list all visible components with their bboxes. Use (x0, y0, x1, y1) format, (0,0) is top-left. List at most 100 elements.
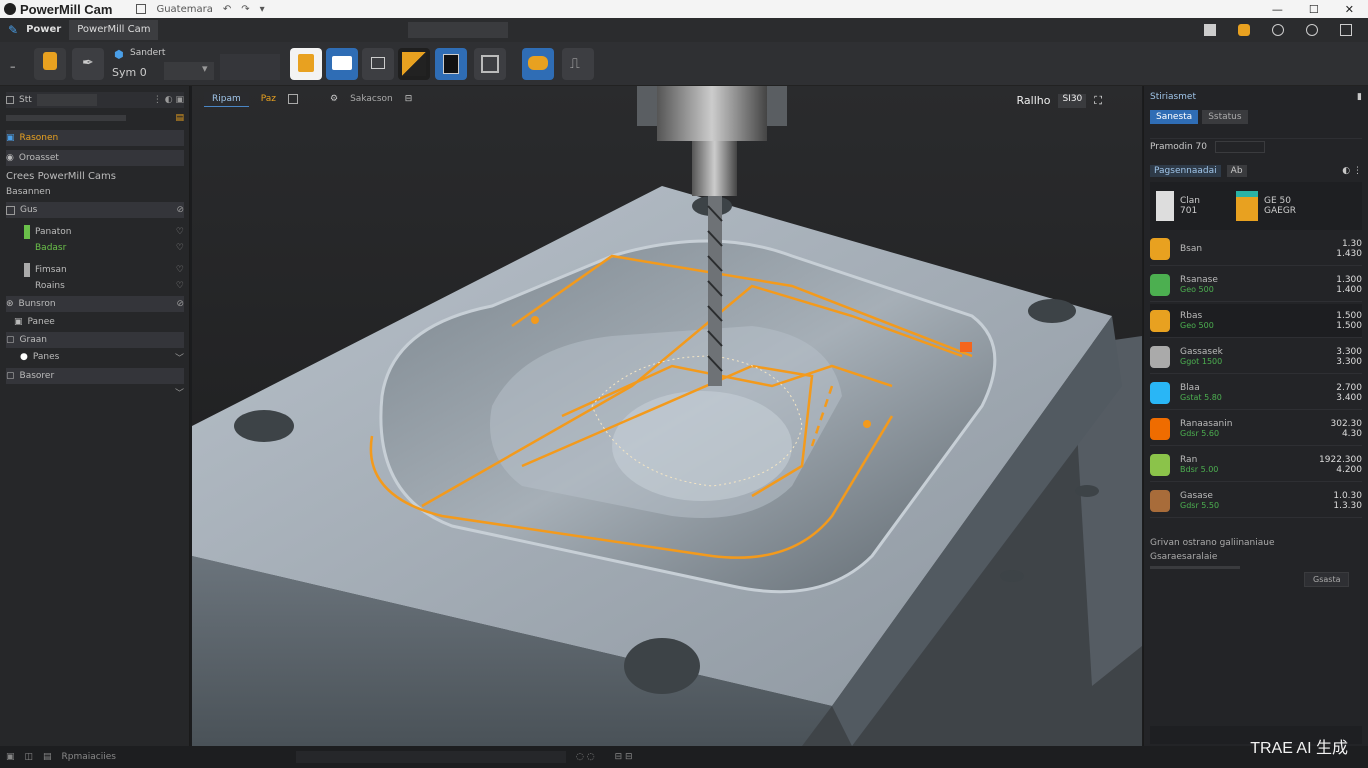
explorer-search-box[interactable] (36, 94, 97, 106)
viewport-tab-sakacson[interactable]: Sakacson (350, 94, 393, 104)
tree-collapse-icon[interactable]: ⊘ (176, 299, 184, 309)
settings-icon[interactable] (1306, 24, 1318, 36)
3d-viewport[interactable]: Ripam Paz ⚙ Sakacson ⊟ Rallho SI30 ⛶ (192, 86, 1142, 746)
ribbon-button-verify[interactable] (522, 48, 554, 80)
explorer-menu-icon[interactable]: ⋮ ◐ ▣ (153, 95, 184, 105)
ribbon-button-pen[interactable]: ✒ (72, 48, 104, 80)
tree-item-panee[interactable]: ▣ Panee (6, 314, 184, 330)
tree-item-roains[interactable]: Roains ♡ (6, 278, 184, 294)
chevron-down-icon[interactable]: ﹀ (175, 386, 184, 399)
monitor-icon[interactable] (1204, 24, 1216, 36)
tree-expander[interactable]: ﹀ (6, 384, 184, 400)
ribbon-button-output[interactable]: ⎍ (562, 48, 594, 80)
tree-item-fimsan[interactable]: Fimsan ♡ (6, 262, 184, 278)
minimize-button[interactable]: — (1272, 3, 1283, 16)
tool-row[interactable]: Gassasek Ggot 1500 3.300 3.300 (1150, 340, 1362, 374)
panel-menu-icon[interactable]: ▮ (1357, 92, 1362, 102)
ribbon-dropdown-2[interactable] (220, 54, 280, 80)
tree-item-panes[interactable]: ● Panes ﹀ (6, 349, 184, 365)
tab-powermill-cam[interactable]: PowerMill Cam (69, 20, 159, 40)
fit-view-icon[interactable]: ⛶ (1094, 94, 1102, 108)
minus-icon[interactable]: – (10, 60, 16, 73)
undo-icon[interactable]: ↶ (223, 4, 231, 15)
tool-row[interactable]: Rsanase Geo 500 1.300 1.400 (1150, 268, 1362, 302)
tool-name-cell: Ran Bdsr 5.00 (1180, 455, 1300, 474)
footer-button[interactable]: Gsasta (1304, 572, 1350, 587)
ribbon-button-stock[interactable] (290, 48, 322, 80)
viewport-tab-icon[interactable] (288, 94, 299, 104)
tool-sub: Gdsr 5.60 (1180, 429, 1220, 438)
layout-icon[interactable] (1340, 24, 1352, 36)
viewport-tab-paz[interactable]: Paz (261, 94, 276, 104)
tool-panel-field-box[interactable] (1215, 140, 1265, 153)
tree-item-basorer[interactable]: ▢ Basorer (6, 368, 184, 384)
tree-item-oroasset[interactable]: ◉ Oroasset (6, 150, 184, 166)
footer-line2: Gsaraesaralaie (1150, 552, 1218, 562)
heart-icon[interactable]: ♡ (176, 265, 184, 275)
explorer-path-icon[interactable]: ▤ (175, 113, 184, 123)
tab-power[interactable]: Power (18, 20, 69, 40)
status-icon-1[interactable]: ▣ (6, 752, 15, 762)
zoom-label[interactable]: SI30 (1058, 94, 1087, 108)
maximize-button[interactable]: ☐ (1309, 3, 1319, 16)
ribbon-label-bottom: Sym 0 (112, 66, 147, 79)
tool-row[interactable]: Blaa Gstat 5.80 2.700 3.400 (1150, 376, 1362, 410)
tool-name-cell: Bsan (1180, 244, 1300, 254)
redo-icon[interactable]: ↷ (241, 4, 249, 15)
status-icons-mid[interactable]: ◌ ◌ (576, 752, 595, 762)
pocket-bowl (612, 391, 792, 501)
ribbon-button-simulate[interactable] (474, 48, 506, 80)
tool-row[interactable]: Bsan 1.30 1.430 (1150, 232, 1362, 266)
toggle-active-button[interactable]: Sanesta (1150, 110, 1199, 124)
subtab-menu-icon[interactable]: ◐ ⋮ (1342, 166, 1362, 176)
ribbon-button-boundary[interactable] (326, 48, 358, 80)
dropdown-icon[interactable]: ▾ (260, 4, 265, 15)
footer-progress (1150, 566, 1240, 569)
tree-item-badasr[interactable]: Badasr ♡ (6, 240, 184, 256)
save-icon[interactable] (136, 4, 147, 14)
ribbon-button-mill[interactable] (34, 48, 66, 80)
orange-tool-icon[interactable] (1238, 24, 1250, 36)
mount-hole (1000, 570, 1024, 582)
tool-row[interactable]: Rbas Geo 500 1.500 1.500 (1150, 304, 1362, 338)
tool-row[interactable]: Gasase Gdsr 5.50 1.0.30 1.3.30 (1150, 484, 1362, 518)
tool-row[interactable]: Ranaasanin Gdsr 5.60 302.30 4.30 (1150, 412, 1362, 446)
viewport-gear-icon[interactable]: ⚙ (330, 94, 338, 104)
tool-row[interactable]: Ran Bdsr 5.00 1922.300 4.200 (1150, 448, 1362, 482)
search-field[interactable] (408, 22, 509, 38)
tree-label: Basorer (19, 371, 55, 381)
toggle-inactive-button[interactable]: Sstatus (1202, 110, 1248, 124)
tool-name: Rbas (1180, 311, 1203, 321)
featured-tool-card[interactable]: Clan 701 GE 50 GAEGR (1150, 182, 1362, 230)
subtab-tools[interactable]: Pagsennaadai (1150, 165, 1221, 177)
heart-icon[interactable]: ♡ (176, 281, 184, 291)
close-button[interactable]: ✕ (1345, 3, 1354, 16)
tree-item-graan[interactable]: ▢ Graan (6, 332, 184, 348)
ribbon-button-block[interactable] (398, 48, 430, 80)
tree-item-panaton[interactable]: Panaton ♡ (6, 224, 184, 240)
tool-icon (1150, 453, 1170, 476)
viewport-tab-ripam[interactable]: Ripam (204, 91, 249, 107)
heart-icon[interactable]: ♡ (176, 243, 184, 253)
tree-item-bunsron[interactable]: ⊛ Bunsron ⊘ (6, 296, 184, 312)
status-icons-mid2[interactable]: ⊟ ⊟ (615, 752, 633, 762)
tree-item-rasonen[interactable]: ▣ Rasonen (6, 130, 184, 146)
heart-icon[interactable]: ♡ (176, 227, 184, 237)
subtab-count: Ab (1226, 165, 1247, 177)
viewport-controls-label[interactable]: Rallho (1017, 94, 1051, 108)
folder-icon: ▢ (6, 335, 15, 345)
refresh-icon[interactable] (1272, 24, 1284, 36)
ribbon-button-frame[interactable] (435, 48, 467, 80)
ribbon-button-pattern[interactable] (362, 48, 394, 80)
tree-collapse-icon[interactable]: ⊘ (176, 205, 184, 215)
tree-item-gus[interactable]: Gus ⊘ (6, 202, 184, 218)
tree-item-basannen[interactable]: Basannen (6, 184, 184, 200)
viewport-scene[interactable] (192, 86, 1142, 746)
chevron-down-icon[interactable]: ﹀ (175, 351, 184, 364)
viewport-close-icon[interactable]: ⊟ (405, 94, 413, 104)
status-icon-2[interactable]: ◫ (25, 752, 34, 762)
ribbon-chevron-icon[interactable]: ▾ (202, 62, 208, 75)
status-icon-3[interactable]: ▤ (43, 752, 52, 762)
tree-item-crees[interactable]: Crees PowerMill Cams (6, 168, 184, 184)
explorer-search[interactable]: Stt (19, 95, 32, 105)
